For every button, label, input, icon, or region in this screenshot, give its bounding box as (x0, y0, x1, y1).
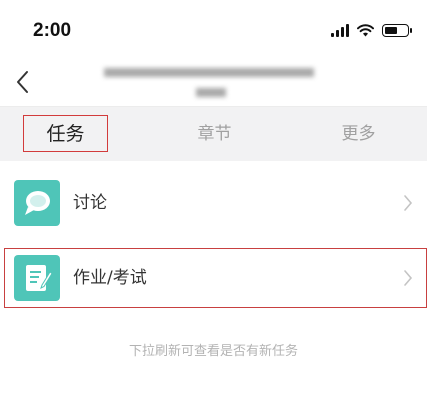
battery-icon (382, 24, 412, 37)
tab-more[interactable]: 更多 (316, 107, 401, 161)
pull-to-refresh-hint: 下拉刷新可查看是否有新任务 (128, 344, 298, 359)
list-item-label: 讨论 (73, 193, 107, 213)
chat-bubble-icon (14, 180, 60, 226)
page-title-blurred (104, 62, 324, 102)
signal-icon (331, 24, 349, 37)
tab-chapters[interactable]: 章节 (172, 107, 257, 161)
assignment-highlight-box (4, 248, 427, 308)
status-icons (331, 24, 412, 37)
wifi-icon (357, 24, 374, 37)
status-bar: 2:00 (0, 0, 427, 56)
chevron-left-icon[interactable] (14, 69, 32, 95)
chevron-right-icon (404, 195, 413, 211)
tab-highlight-box (23, 115, 108, 152)
list-item-discussion[interactable]: 讨论 (0, 168, 427, 238)
status-time: 2:00 (33, 20, 72, 41)
nav-bar (0, 56, 427, 106)
